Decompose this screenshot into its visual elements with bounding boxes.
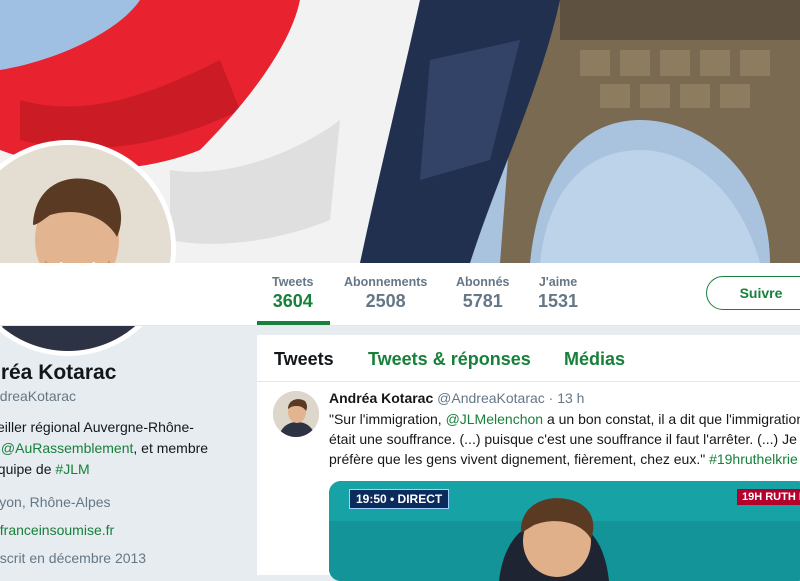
stat-followers[interactable]: Abonnés 5781 xyxy=(456,275,509,312)
profile-location: Lyon, Rhône-Alpes xyxy=(0,494,111,510)
bio-line-2-suffix: , et membre xyxy=(133,440,209,456)
tweet-mention-link[interactable]: @JLMelenchon xyxy=(446,411,544,427)
tweet-hashtag-link[interactable]: #19hruthelkrie xyxy=(709,451,798,467)
profile-nav: Tweets 3604 Abonnements 2508 Abonnés 578… xyxy=(0,263,800,326)
tweet-line-1-suffix: a un bon constat, il a dit que l'immigra… xyxy=(543,411,800,427)
tweet-header: Andréa Kotarac @AndreaKotarac · 13 h xyxy=(329,390,584,406)
bio-line-3-prefix: équipe de xyxy=(0,461,52,477)
stat-following-value: 2508 xyxy=(365,291,406,311)
timeline: Tweets Tweets & réponses Médias Andréa K… xyxy=(257,335,800,581)
tab-tweets[interactable]: Tweets xyxy=(274,349,334,370)
follow-button[interactable]: Suivre xyxy=(706,276,800,310)
media-live-badge: 19:50 • DIRECT xyxy=(349,489,450,509)
stat-tweets[interactable]: Tweets 3604 xyxy=(272,275,313,312)
stat-following-label: Abonnements xyxy=(344,275,428,289)
tweet-media[interactable]: 19:50 • DIRECT 19H RUTH ELKR xyxy=(329,481,800,581)
timeline-tabs: Tweets Tweets & réponses Médias xyxy=(257,335,800,382)
bio-mention-link[interactable]: @AuRassemblement xyxy=(1,440,134,456)
stat-following[interactable]: Abonnements 2508 xyxy=(344,275,427,312)
tweet-author-handle[interactable]: @AndreaKotarac xyxy=(437,390,545,406)
profile-name: dréa Kotarac xyxy=(0,361,117,384)
bio-line-1: seiller régional Auvergne-Rhône- xyxy=(0,419,194,435)
tweet-line-2: était une souffrance. (...) puisque c'es… xyxy=(329,431,797,447)
tweet-text: "Sur l'immigration, @JLMelenchon a un bo… xyxy=(329,409,800,469)
tweet-author-name[interactable]: Andréa Kotarac xyxy=(329,390,433,406)
tweet-timestamp[interactable]: 13 h xyxy=(557,390,584,406)
profile-website-link[interactable]: afranceinsoumise.fr xyxy=(0,522,114,538)
bio-hashtag-link[interactable]: #JLM xyxy=(55,461,89,477)
stat-likes-value: 1531 xyxy=(538,291,579,311)
stat-tweets-value: 3604 xyxy=(272,291,313,311)
tweet-separator: · xyxy=(548,390,554,406)
media-show-badge: 19H RUTH ELKR xyxy=(737,489,800,505)
tweet-line-1-prefix: "Sur l'immigration, xyxy=(329,411,446,427)
stat-followers-value: 5781 xyxy=(462,291,503,311)
profile-bio: seiller régional Auvergne-Rhône- s @AuRa… xyxy=(0,417,250,480)
stat-tweets-label: Tweets xyxy=(272,275,314,289)
profile-handle[interactable]: ndreaKotarac xyxy=(0,388,76,404)
tab-tweets-replies[interactable]: Tweets & réponses xyxy=(368,349,531,370)
active-stat-indicator xyxy=(257,321,330,325)
tab-media[interactable]: Médias xyxy=(564,349,625,370)
tweet-author-avatar[interactable] xyxy=(273,391,319,437)
profile-join-date: nscrit en décembre 2013 xyxy=(0,550,147,566)
tweet-line-3: préfère que les gens vivent dignement, f… xyxy=(329,451,710,467)
stat-likes[interactable]: J'aime 1531 xyxy=(538,275,578,312)
stat-likes-label: J'aime xyxy=(538,275,578,289)
stat-followers-label: Abonnés xyxy=(456,275,510,289)
